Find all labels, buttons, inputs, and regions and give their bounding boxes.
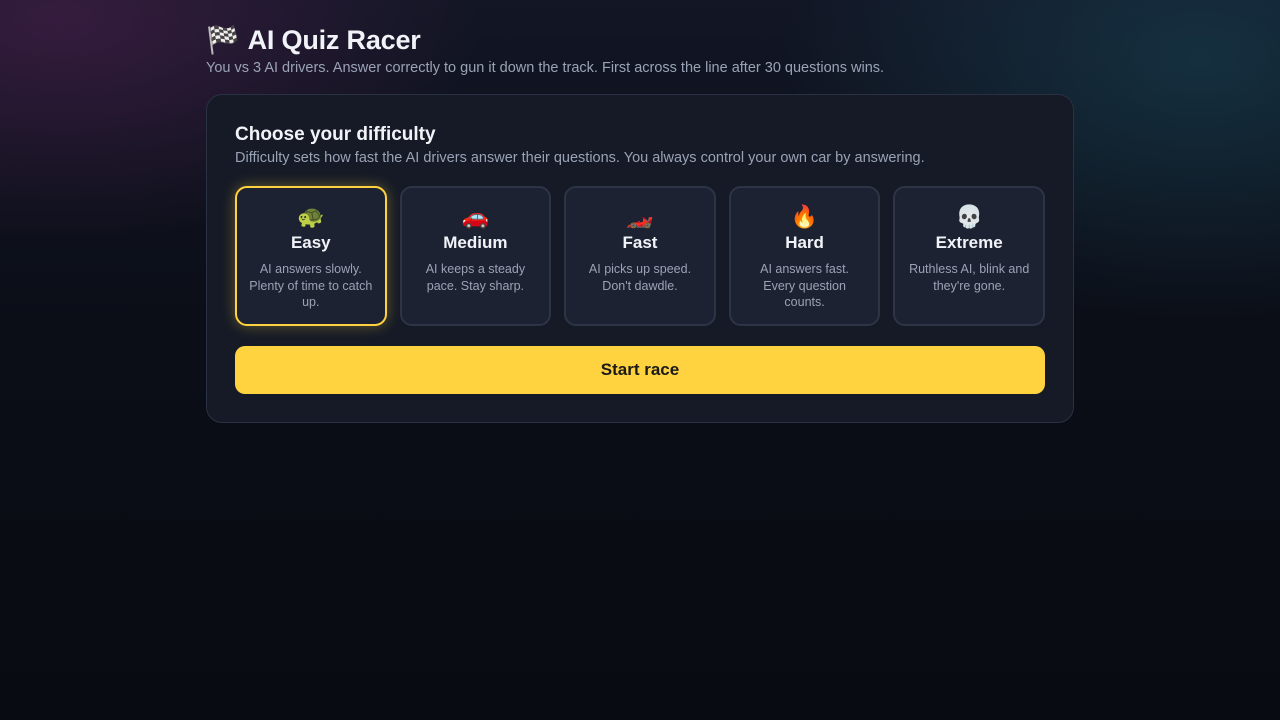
difficulty-card: Choose your difficulty Difficulty sets h… <box>206 94 1074 423</box>
difficulty-option-name: Medium <box>443 233 508 252</box>
difficulty-option-extreme[interactable]: 💀 Extreme Ruthless AI, blink and they're… <box>893 186 1045 326</box>
app-container: 🏁 AI Quiz Racer You vs 3 AI drivers. Ans… <box>206 22 1074 423</box>
difficulty-option-easy[interactable]: 🐢 Easy AI answers slowly. Plenty of time… <box>235 186 387 326</box>
difficulty-option-medium[interactable]: 🚗 Medium AI keeps a steady pace. Stay sh… <box>399 186 552 326</box>
difficulty-option-description: AI answers fast. Every question counts. <box>760 262 850 309</box>
difficulty-options: 🐢 Easy AI answers slowly. Plenty of time… <box>235 186 1045 326</box>
difficulty-option-name: Fast <box>622 233 658 252</box>
start-race-button[interactable]: Start race <box>235 346 1045 394</box>
car-icon: 🚗 <box>461 204 490 229</box>
difficulty-option-description: AI answers slowly. Plenty of time to cat… <box>249 262 373 309</box>
race-car-icon: 🏎️ <box>626 204 654 229</box>
difficulty-option-name: Extreme <box>935 233 1003 252</box>
turtle-icon: 🐢 <box>297 204 325 229</box>
skull-icon: 💀 <box>955 204 983 229</box>
page-title: AI Quiz Racer <box>247 24 421 55</box>
difficulty-title: Choose your difficulty <box>235 124 436 145</box>
difficulty-option-name: Easy <box>290 233 331 252</box>
checkered-flag-icon: 🏁 <box>206 25 240 55</box>
header: 🏁 AI Quiz Racer <box>206 22 1074 58</box>
difficulty-option-hard[interactable]: 🔥 Hard AI answers fast. Every question c… <box>728 186 881 326</box>
difficulty-option-description: Ruthless AI, blink and they're gone. <box>909 262 1030 293</box>
fire-icon: 🔥 <box>790 204 819 229</box>
difficulty-option-name: Hard <box>785 233 824 252</box>
difficulty-option-fast[interactable]: 🏎️ Fast AI picks up speed. Don't dawdle. <box>564 186 716 326</box>
page-subtitle: You vs 3 AI drivers. Answer correctly to… <box>206 60 885 76</box>
difficulty-option-description: AI keeps a steady pace. Stay sharp. <box>425 262 526 293</box>
difficulty-description: Difficulty sets how fast the AI drivers … <box>235 150 925 166</box>
difficulty-option-description: AI picks up speed. Don't dawdle. <box>588 262 692 293</box>
